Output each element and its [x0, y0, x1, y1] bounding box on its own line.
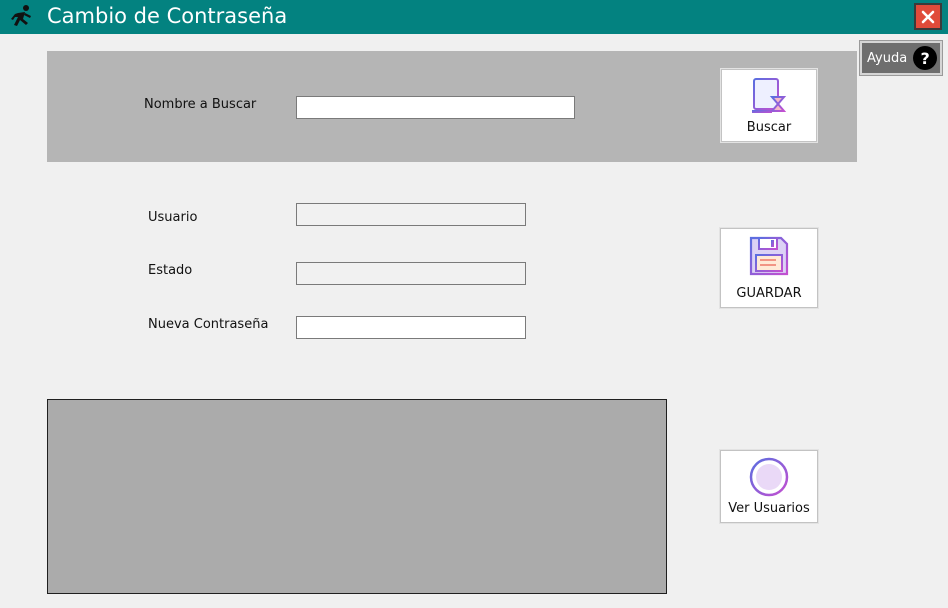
usuario-label: Usuario	[148, 210, 198, 225]
save-button[interactable]: GUARDAR	[720, 228, 818, 308]
password-label: Nueva Contraseña	[148, 317, 269, 332]
help-label: Ayuda	[867, 50, 908, 66]
search-label: Nombre a Buscar	[144, 97, 257, 112]
title-bar: Cambio de Contraseña	[0, 0, 948, 34]
estado-field[interactable]	[296, 262, 526, 285]
question-icon: ?	[913, 46, 938, 70]
estado-label: Estado	[148, 263, 193, 278]
password-field[interactable]	[296, 316, 526, 339]
usuario-field[interactable]	[296, 203, 526, 226]
running-person-icon	[11, 5, 31, 26]
search-button[interactable]: Buscar	[721, 69, 817, 142]
save-button-label: GUARDAR	[736, 286, 802, 301]
view-users-button-label: Ver Usuarios	[728, 501, 810, 516]
view-users-button[interactable]: Ver Usuarios	[720, 450, 818, 523]
window-title: Cambio de Contraseña	[47, 4, 288, 28]
users-grid[interactable]	[47, 399, 667, 594]
search-button-label: Buscar	[746, 120, 792, 135]
search-input[interactable]	[296, 96, 575, 119]
floppy-disk-icon	[749, 236, 789, 276]
close-button[interactable]	[914, 3, 942, 30]
help-button[interactable]: Ayuda ?	[860, 41, 942, 75]
search-document-icon	[752, 78, 787, 113]
add-circle-icon	[749, 457, 789, 497]
close-icon	[921, 10, 935, 23]
